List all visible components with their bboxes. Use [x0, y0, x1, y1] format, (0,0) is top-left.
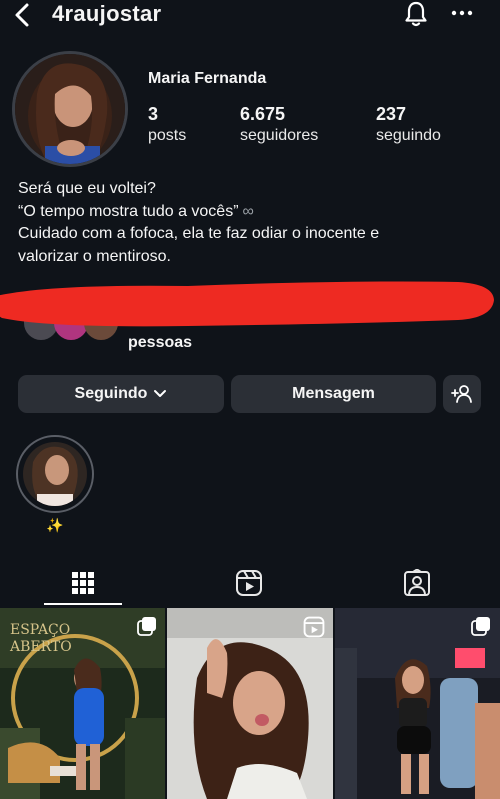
- profile-username: 4raujostar: [52, 1, 162, 26]
- stat-followers-label: seguidores: [240, 127, 319, 144]
- profile-avatar[interactable]: [12, 51, 128, 167]
- grid-icon: [72, 572, 94, 594]
- profile-display-name: Maria Fernanda: [148, 70, 267, 87]
- posts-grid: ESPAÇO ABERTO: [0, 608, 500, 799]
- bio-line: Será que eu voltei?: [18, 180, 156, 197]
- highlight-photo: [23, 442, 87, 506]
- followed-by-text: pessoas: [128, 334, 193, 351]
- story-highlight[interactable]: [16, 435, 94, 513]
- post-thumbnail[interactable]: [335, 608, 500, 799]
- bio-line: Cuidado com a fofoca, ela te faz odiar o…: [18, 225, 380, 242]
- bell-icon[interactable]: [402, 0, 430, 28]
- top-bar: 4raujostar: [0, 0, 500, 30]
- redaction-mark: [0, 281, 494, 327]
- add-person-icon: [451, 385, 472, 403]
- bio-line: valorizar o mentiroso.: [18, 247, 171, 265]
- chevron-down-icon: [154, 390, 167, 397]
- following-button-label: Seguindo: [74, 385, 148, 402]
- active-tab-indicator: [44, 603, 122, 605]
- profile-bio: Será que eu voltei? “O tempo mostra tudo…: [18, 178, 488, 268]
- post-thumbnail[interactable]: ESPAÇO ABERTO: [0, 608, 165, 799]
- reels-icon: [303, 616, 325, 638]
- highlight-cover: [23, 442, 87, 506]
- following-button[interactable]: Seguindo: [18, 375, 224, 413]
- avatar-photo: [15, 54, 125, 164]
- carousel-icon: [471, 617, 490, 636]
- message-button[interactable]: Mensagem: [231, 375, 436, 413]
- profile-tabs: [0, 560, 500, 606]
- post-photo: [335, 608, 500, 799]
- more-horizontal-icon[interactable]: [450, 2, 474, 24]
- chevron-left-icon[interactable]: [10, 2, 36, 28]
- tagged-icon: [404, 569, 430, 596]
- bio-line-with-symbol: “O tempo mostra tudo a vocês” ∞: [18, 201, 488, 224]
- bio-line: “O tempo mostra tudo a vocês”: [18, 202, 239, 220]
- post-sign-text: ESPAÇO ABERTO: [10, 622, 72, 655]
- message-button-label: Mensagem: [292, 385, 375, 402]
- stat-posts-value: 3: [148, 104, 159, 124]
- add-person-button[interactable]: [443, 375, 481, 413]
- stat-posts[interactable]: 3 posts: [148, 104, 186, 145]
- tab-tagged[interactable]: [334, 560, 500, 606]
- tab-posts-grid[interactable]: [0, 560, 166, 606]
- stat-posts-label: posts: [148, 127, 187, 144]
- stat-followers-value: 6.675: [240, 104, 286, 124]
- highlight-label: ✨: [46, 517, 64, 533]
- stat-followers[interactable]: 6.675 seguidores: [240, 104, 318, 145]
- infinity-symbol: ∞: [242, 202, 254, 220]
- stat-following[interactable]: 237 seguindo: [376, 104, 441, 145]
- stat-following-value: 237: [376, 104, 407, 124]
- tab-reels[interactable]: [166, 560, 332, 606]
- stat-following-label: seguindo: [376, 127, 441, 144]
- carousel-icon: [137, 617, 156, 636]
- post-thumbnail[interactable]: [167, 608, 333, 799]
- reels-icon: [236, 570, 262, 596]
